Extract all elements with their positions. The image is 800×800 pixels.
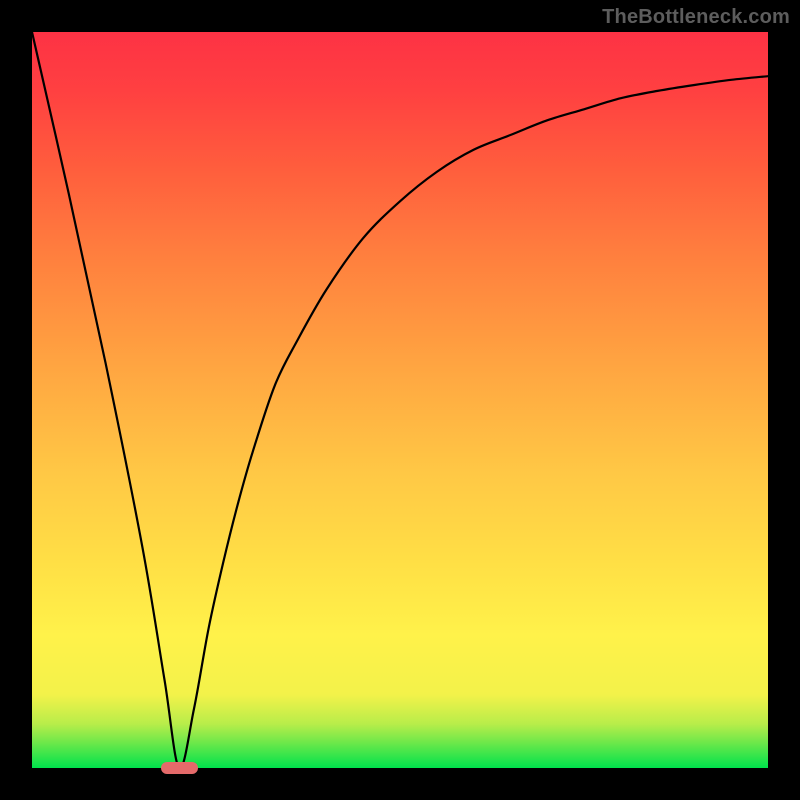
chart-frame: TheBottleneck.com [0,0,800,800]
plot-area [32,32,768,768]
attribution-text: TheBottleneck.com [602,6,790,29]
bottleneck-curve [32,32,768,768]
curve-path [32,32,768,768]
optimum-marker [161,762,198,773]
